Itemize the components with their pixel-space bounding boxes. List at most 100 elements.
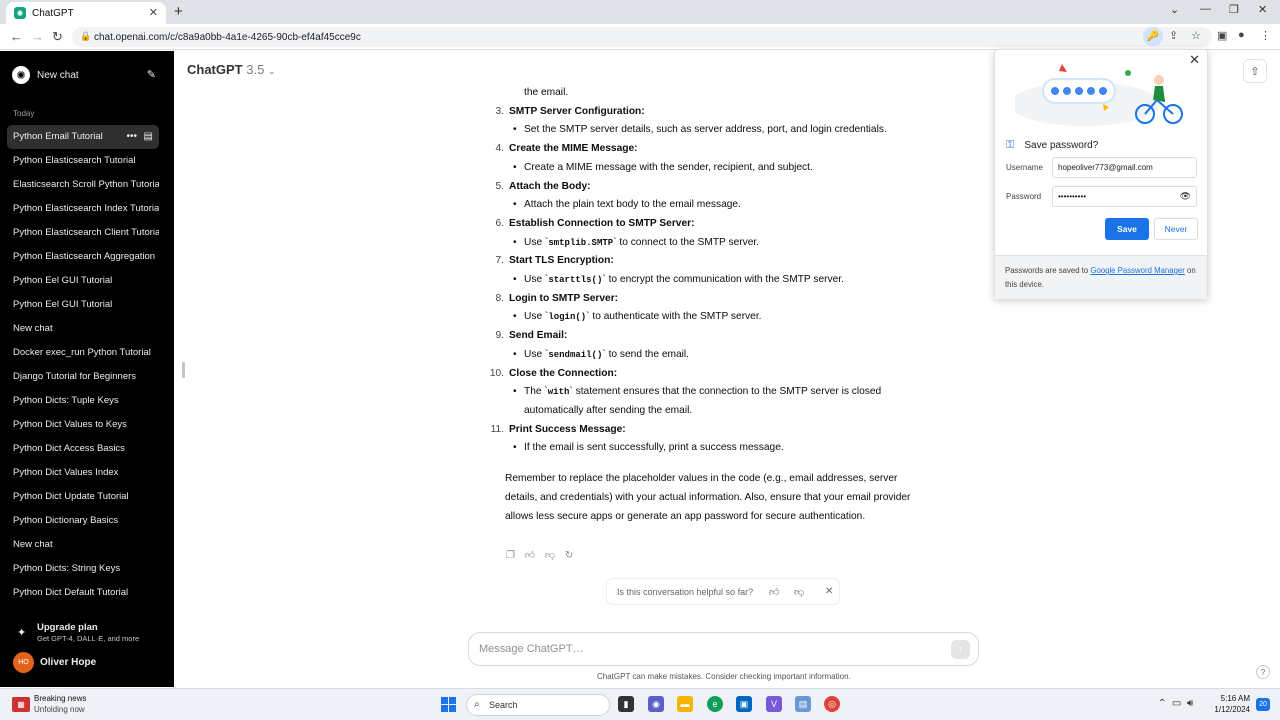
disclaimer: ChatGPT can make mistakes. Consider chec… [597,672,851,681]
chrome-icon[interactable]: ◎ [824,696,840,712]
chat-history-item[interactable]: Python Elasticsearch Client Tutorial [7,221,159,245]
url-bar[interactable]: 🔒 chat.openai.com/c/c8a9a0bb-4a1e-4265-9… [72,27,1212,47]
steps-list: 3. SMTP Server Configuration: Set the SMTP… [484,103,924,458]
store-icon[interactable]: ▣ [736,696,752,712]
chat-history-item[interactable]: Django Tutorial for Beginners [7,365,159,389]
taskbar-search[interactable]: ⌕ Search [466,694,610,716]
site-info-icon[interactable]: 🔒 [80,31,91,42]
step-item: 9. Send Email: Use `sendmail()` to send th… [484,327,924,364]
sidebar-collapse-handle[interactable] [182,362,185,378]
notification-badge[interactable]: 20 [1256,698,1270,711]
edge-browser-icon[interactable]: e [707,696,723,712]
password-value: •••••••••• [1058,192,1087,201]
chat-history-item[interactable]: Python Dicts: Tuple Keys [7,389,159,413]
new-tab-button[interactable]: + [174,3,183,20]
more-options-icon[interactable]: ••• [126,125,137,149]
close-icon[interactable]: ✕ [825,586,833,597]
chat-history-item[interactable]: Python Dict Values to Keys [7,413,159,437]
thumbs-up-icon[interactable]: 👍︎ [769,586,779,598]
inline-code: login() [548,312,587,323]
message-input[interactable]: Message ChatGPT… ↑ [468,632,979,666]
send-button[interactable]: ↑ [951,640,970,659]
app-icon[interactable]: V [766,696,782,712]
menu-icon[interactable]: ⋮ [1260,29,1271,42]
eye-icon[interactable]: 👁︎ [1180,191,1191,202]
thumbs-down-icon[interactable]: 👎︎ [545,550,555,561]
model-selector[interactable]: ChatGPT 3.5 ⌄ [187,62,276,77]
feedback-bar: Is this conversation helpful so far? 👍︎ … [606,578,840,605]
never-button[interactable]: Never [1154,218,1198,240]
chat-history-item[interactable]: Python Elasticsearch Index Tutorial [7,197,159,221]
restore-icon[interactable]: ❐ [1229,3,1239,16]
profile-icon[interactable]: ● [1238,29,1245,41]
close-tab-icon[interactable]: ✕ [149,6,158,19]
chat-history-item[interactable]: New chat [7,317,159,341]
chevron-down-icon[interactable]: ⌄ [1170,3,1179,16]
bookmark-star-icon[interactable]: ☆ [1191,29,1201,42]
regenerate-icon[interactable]: ↻ [565,550,573,561]
new-chat-button[interactable]: ✺ New chat ✎ [12,65,162,85]
chat-history-item[interactable]: Python Email Tutorial ••• ▤ [7,125,159,149]
chat-history-item[interactable]: Python Dict Access Basics [7,437,159,461]
close-window-icon[interactable]: ✕ [1258,3,1267,16]
url-text: chat.openai.com/c/c8a9a0bb-4a1e-4265-90c… [94,31,361,43]
photos-icon[interactable]: ▤ [795,696,811,712]
chatgpt-favicon-icon: ✺ [14,7,26,19]
detail-text: The ` [524,386,548,398]
chat-history-list: Python Email Tutorial ••• ▤ Python Elastics… [7,125,159,605]
system-tray-icons[interactable]: ⌃ ▭ 🔊︎ [1158,698,1199,709]
chat-history-item[interactable]: New chat [7,533,159,557]
edit-icon[interactable]: ✎ [147,68,156,81]
thumbs-up-icon[interactable]: 👍︎ [525,550,535,561]
close-icon[interactable]: ✕ [1189,52,1200,68]
chat-history-item[interactable]: Python Eel GUI Tutorial [7,269,159,293]
step-title: Close the Connection: [509,367,618,379]
chat-history-item[interactable]: Python Elasticsearch Aggregation [7,245,159,269]
thumbs-down-icon[interactable]: 👎︎ [794,586,804,598]
search-icon: ⌕ [474,699,480,710]
chat-app-icon[interactable]: ◉ [648,696,664,712]
windows-start-icon[interactable] [441,697,456,712]
chat-history-item[interactable]: Python Dictionary Basics [7,509,159,533]
clock[interactable]: 5:16 AM 1/12/2024 [1212,693,1250,715]
password-key-icon[interactable]: 🔑 [1143,27,1163,46]
archive-icon[interactable]: ▤ [144,125,153,149]
chat-history-item[interactable]: Python Eel GUI Tutorial [7,293,159,317]
browser-tab[interactable]: ✺ ChatGPT ✕ [6,2,166,24]
share-chat-button[interactable]: ⇧ [1243,59,1267,83]
chat-history-item[interactable]: Python Elasticsearch Tutorial [7,149,159,173]
chat-history-item[interactable]: Python Dicts: String Keys [7,557,159,581]
side-panel-icon[interactable]: ▣ [1217,29,1227,42]
detail-text: Set the SMTP server details, such as ser… [524,124,887,136]
back-icon[interactable]: ← [10,29,23,44]
task-view-icon[interactable]: ▮ [618,696,634,712]
password-field[interactable]: •••••••••• 👁︎ [1052,186,1197,207]
share-page-icon[interactable]: ⇪ [1169,29,1178,42]
key-icon: ⚿ [1006,139,1015,151]
detail-text: Create a MIME message with the sender, r… [524,161,813,173]
minimize-icon[interactable]: — [1200,3,1211,15]
username-field[interactable]: hopeoliver773@gmail.com [1052,157,1197,178]
chat-history-label: Python Email Tutorial [13,131,103,142]
save-password-dialog: ✕ ⚿ Save password? Username hopeoliver77… [994,49,1208,299]
copy-icon[interactable]: ❐ [506,550,515,561]
detail-text: Attach the plain text body to the email … [524,199,741,211]
chat-history-item[interactable]: Elasticsearch Scroll Python Tutorial [7,173,159,197]
step-detail: Use `login()` to authenticate with the S… [509,308,924,327]
save-button[interactable]: Save [1105,218,1149,240]
chat-history-item[interactable]: Docker exec_run Python Tutorial [7,341,159,365]
chat-history-label: Python Dict Values Index [13,467,119,478]
file-explorer-icon[interactable]: ▬ [677,696,693,712]
step-item: 8. Login to SMTP Server: Use `login()` to … [484,290,924,327]
forward-icon[interactable]: → [31,29,44,44]
password-manager-link[interactable]: Google Password Manager [1090,266,1184,275]
chat-history-item[interactable]: Python Dict Values Index [7,461,159,485]
chat-history-item[interactable]: Python Dict Update Tutorial [7,485,159,509]
step-number: 8. [495,292,505,304]
reload-icon[interactable]: ↻ [52,29,63,45]
user-menu[interactable]: HO Oliver Hope [13,652,96,673]
chat-history-label: Python Dict Update Tutorial [13,491,129,502]
help-button[interactable]: ? [1256,665,1270,679]
chat-history-item[interactable]: Python Dict Default Tutorial [7,581,159,605]
upgrade-title: Upgrade plan [37,622,98,633]
